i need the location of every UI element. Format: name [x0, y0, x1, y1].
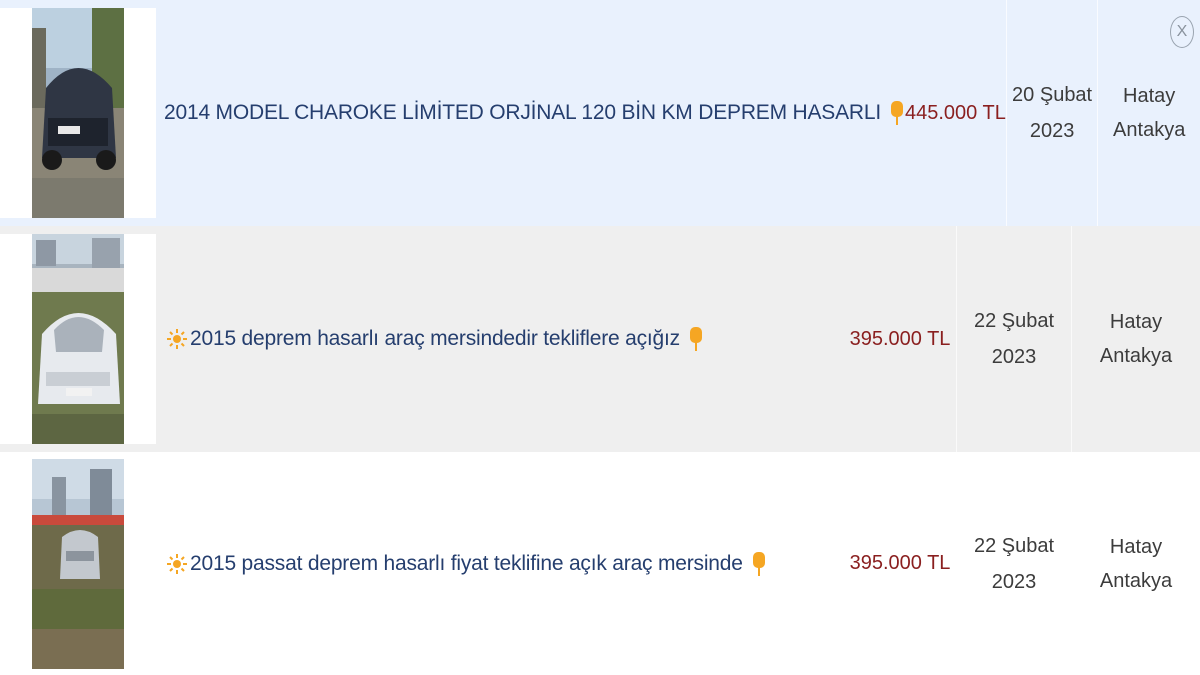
thumbnail[interactable]: [0, 8, 156, 218]
sun-badge-icon: [167, 553, 187, 574]
price-cell: 395.000 TL: [844, 452, 956, 675]
title-cell: 2015 deprem hasarlı araç mersindedir tek…: [158, 226, 844, 452]
damaged-car-photo-icon: [32, 8, 124, 218]
listing-row[interactable]: 2015 passat deprem hasarlı fiyat teklifi…: [0, 452, 1200, 675]
sun-badge-icon: [167, 329, 187, 349]
damaged-car-photo-icon: [32, 234, 124, 444]
featured-pin-icon: [689, 327, 702, 351]
date-cell: 22 Şubat 2023: [956, 226, 1071, 452]
thumbnail-cell: [0, 226, 158, 452]
price: 395.000 TL: [849, 552, 951, 574]
location-cell: Hatay Antakya: [1071, 226, 1200, 452]
price: 395.000 TL: [849, 327, 951, 350]
date-year: 2023: [1029, 120, 1075, 142]
date-year: 2023: [991, 346, 1037, 368]
price-cell: 445.000 TL: [905, 0, 1006, 226]
listing-table: X 2014 MODEL CHAROKE LİMİTED ORJİNAL 120…: [0, 0, 1200, 675]
featured-pin-icon: [890, 101, 903, 125]
close-button[interactable]: X: [1170, 16, 1194, 48]
close-icon: X: [1176, 23, 1188, 40]
thumbnail-cell: [0, 452, 158, 675]
damaged-car-photo-icon: [32, 458, 124, 669]
date-cell: 22 Şubat 2023: [956, 452, 1071, 675]
date-day: 20 Şubat: [1012, 84, 1093, 106]
location-city: Hatay: [1109, 535, 1163, 558]
location-district: Antakya: [1099, 345, 1173, 367]
thumbnail[interactable]: [0, 234, 156, 444]
listing-row[interactable]: 2014 MODEL CHAROKE LİMİTED ORJİNAL 120 B…: [0, 0, 1200, 226]
listing-title-link[interactable]: 2015 deprem hasarlı araç mersindedir tek…: [190, 327, 680, 351]
price-cell: 395.000 TL: [844, 226, 956, 452]
thumbnail[interactable]: [0, 458, 156, 669]
date-day: 22 Şubat: [973, 534, 1055, 557]
listing-title-link[interactable]: 2014 MODEL CHAROKE LİMİTED ORJİNAL 120 B…: [164, 101, 881, 125]
thumbnail-cell: [0, 0, 156, 226]
price: 445.000 TL: [904, 101, 1006, 124]
title-cell: 2014 MODEL CHAROKE LİMİTED ORJİNAL 120 B…: [156, 0, 905, 226]
location-district: Antakya: [1099, 569, 1173, 592]
listing-row[interactable]: 2015 deprem hasarlı araç mersindedir tek…: [0, 226, 1200, 452]
location-cell: Hatay Antakya: [1071, 452, 1200, 675]
listing-title-link[interactable]: 2015 passat deprem hasarlı fiyat teklifi…: [190, 552, 743, 576]
location-district: Antakya: [1113, 119, 1186, 141]
date-cell: 20 Şubat 2023: [1005, 0, 1098, 226]
location-city: Hatay: [1109, 311, 1163, 333]
date-year: 2023: [991, 570, 1037, 593]
date-day: 22 Şubat: [973, 310, 1055, 332]
title-cell: 2015 passat deprem hasarlı fiyat teklifi…: [158, 452, 844, 675]
featured-pin-icon: [752, 551, 765, 576]
location-city: Hatay: [1123, 85, 1176, 107]
